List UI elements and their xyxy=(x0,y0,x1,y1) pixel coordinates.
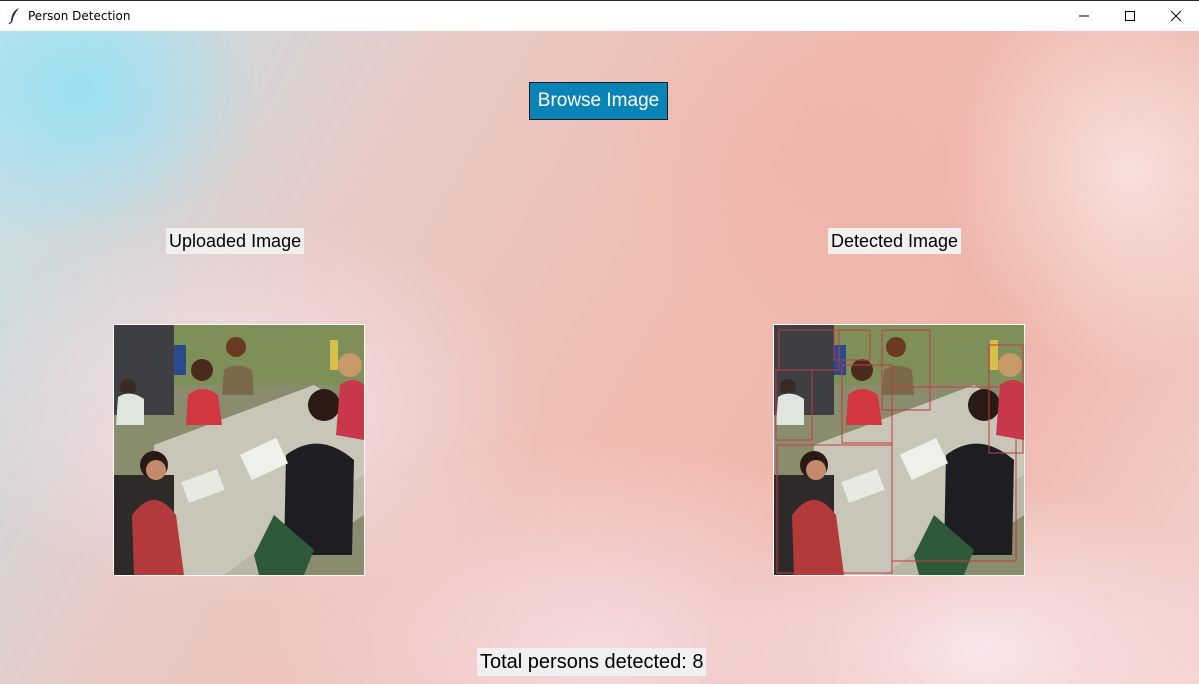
minimize-icon xyxy=(1079,15,1089,17)
uploaded-image-label: Uploaded Image xyxy=(166,228,305,254)
title-bar: Person Detection xyxy=(0,0,1199,31)
browse-image-button[interactable]: Browse Image xyxy=(529,82,668,120)
total-persons-label: Total persons detected: 8 xyxy=(477,648,707,676)
app-canvas: Browse Image Uploaded Image Detected Ima… xyxy=(0,31,1199,684)
close-icon xyxy=(1170,10,1182,22)
detected-image-label: Detected Image xyxy=(828,228,962,254)
window-title: Person Detection xyxy=(28,9,131,23)
maximize-button[interactable] xyxy=(1107,1,1153,31)
close-button[interactable] xyxy=(1153,1,1199,31)
maximize-icon xyxy=(1125,11,1135,21)
detected-image xyxy=(773,324,1025,576)
minimize-button[interactable] xyxy=(1061,1,1107,31)
feather-icon xyxy=(8,7,22,25)
uploaded-image xyxy=(113,324,365,576)
